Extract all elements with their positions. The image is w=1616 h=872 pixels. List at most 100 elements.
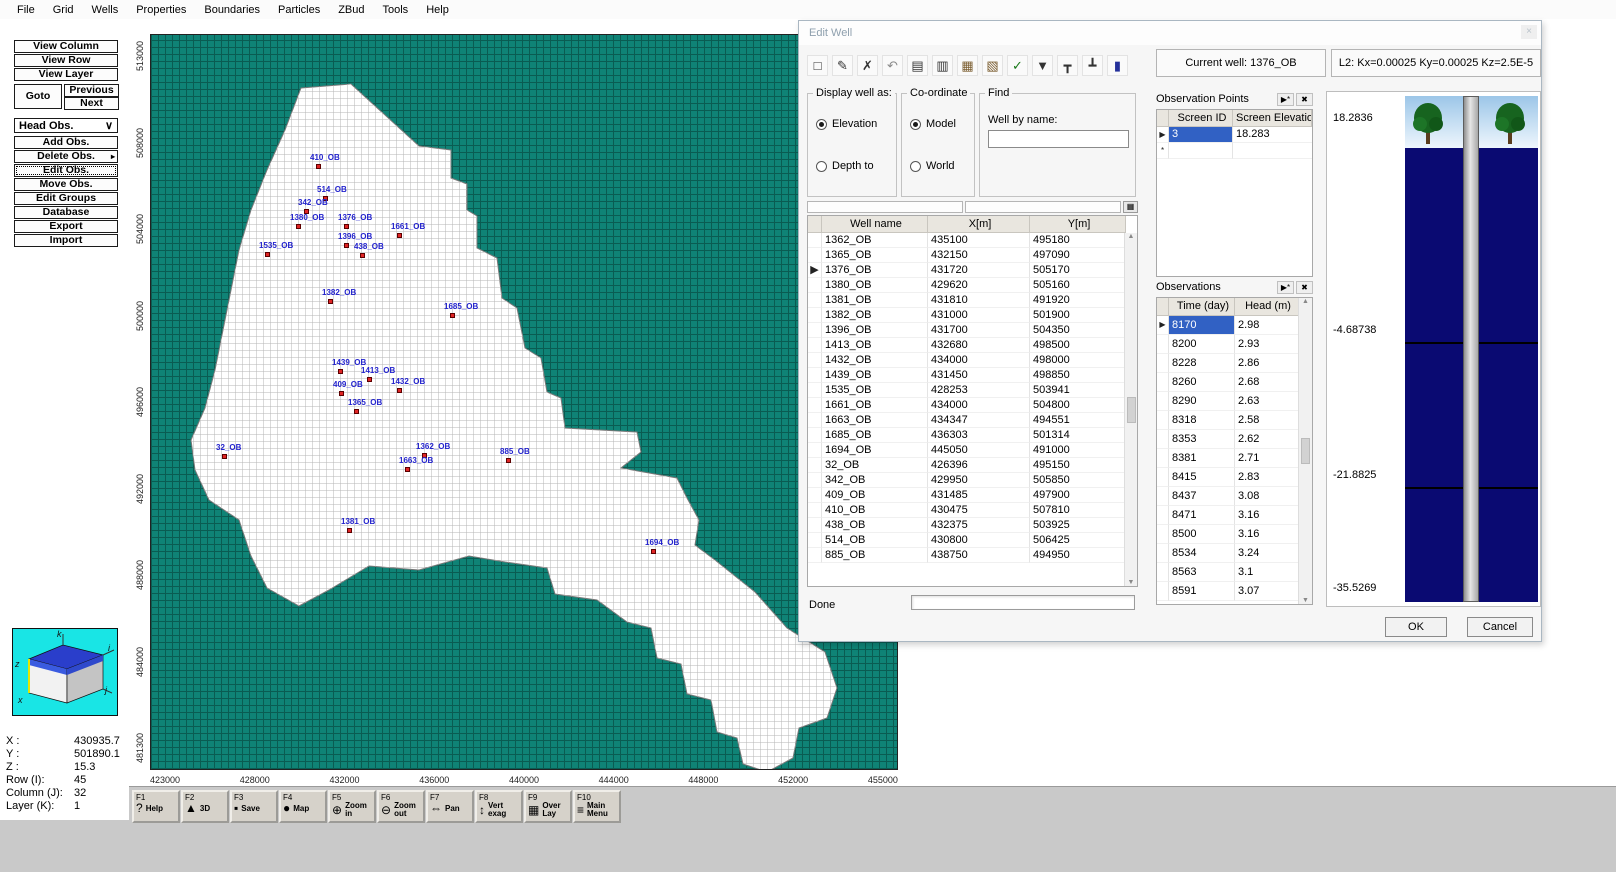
f4-map-button[interactable]: F4 ● Map: [279, 790, 327, 823]
screen-row[interactable]: *: [1157, 143, 1312, 159]
display-mode-radio[interactable]: Elevation: [816, 118, 877, 130]
cancel-button[interactable]: Cancel: [1467, 617, 1533, 637]
observation-row[interactable]: 8500 3.16: [1157, 525, 1312, 544]
observation-mode-select[interactable]: Head Obs. ∨: [14, 118, 118, 133]
menu-item[interactable]: ZBud: [329, 2, 373, 18]
observation-row[interactable]: 8228 2.86: [1157, 354, 1312, 373]
table-row[interactable]: 438_OB 432375 503925: [808, 518, 1137, 533]
table-row[interactable]: ▶ 1376_OB 431720 505170: [808, 263, 1137, 278]
menu-item[interactable]: Grid: [44, 2, 83, 18]
filter-box[interactable]: [807, 201, 963, 213]
import-icon[interactable]: ┳: [1057, 55, 1078, 76]
f9-overlay-button[interactable]: F9 ▦ Over Lay: [524, 790, 572, 823]
sidebar-action-button[interactable]: Database: [14, 206, 118, 219]
paste-icon[interactable]: ▦: [957, 55, 978, 76]
table-row[interactable]: 1685_OB 436303 501314: [808, 428, 1137, 443]
observation-row[interactable]: 8591 3.07: [1157, 582, 1312, 601]
sidebar-action-button[interactable]: Import: [14, 234, 118, 247]
previous-button[interactable]: Previous: [64, 84, 119, 97]
observation-row[interactable]: 8534 3.24: [1157, 544, 1312, 563]
observation-row[interactable]: 8381 2.71: [1157, 449, 1312, 468]
coordinate-radio[interactable]: World: [910, 160, 955, 172]
undo-icon[interactable]: ↶: [882, 55, 903, 76]
filter-box[interactable]: [965, 201, 1121, 213]
table-row[interactable]: 1382_OB 431000 501900: [808, 308, 1137, 323]
table-row[interactable]: 409_OB 431485 497900: [808, 488, 1137, 503]
sidebar-action-button[interactable]: Edit Groups: [14, 192, 118, 205]
menu-item[interactable]: Properties: [127, 2, 195, 18]
validate-icon[interactable]: ✓: [1007, 55, 1028, 76]
new-record-icon[interactable]: □: [807, 55, 828, 76]
sidebar-action-button[interactable]: Delete Obs. ▸: [14, 150, 118, 163]
goto-button[interactable]: Goto: [14, 84, 62, 109]
observation-row[interactable]: ▶ 8170 2.98: [1157, 316, 1312, 335]
observation-row[interactable]: 8200 2.93: [1157, 335, 1312, 354]
observation-row[interactable]: 8471 3.16: [1157, 506, 1312, 525]
chart-icon[interactable]: ▮: [1107, 55, 1128, 76]
paste-special-icon[interactable]: ▧: [982, 55, 1003, 76]
f6-zoom-out-button[interactable]: F6 ⊖ Zoom out: [377, 790, 425, 823]
observation-row[interactable]: 8290 2.63: [1157, 392, 1312, 411]
ok-button[interactable]: OK: [1385, 617, 1447, 637]
wells-table-scrollbar[interactable]: ▲▼: [1124, 233, 1137, 586]
export-icon[interactable]: ┻: [1082, 55, 1103, 76]
menu-item[interactable]: Boundaries: [195, 2, 269, 18]
well-search-input[interactable]: [988, 130, 1129, 148]
table-row[interactable]: 885_OB 438750 494950: [808, 548, 1137, 563]
observation-row[interactable]: 8260 2.68: [1157, 373, 1312, 392]
table-row[interactable]: 1694_OB 445050 491000: [808, 443, 1137, 458]
table-row[interactable]: 1396_OB 431700 504350: [808, 323, 1137, 338]
table-row[interactable]: 514_OB 430800 506425: [808, 533, 1137, 548]
f5-zoom-in-button[interactable]: F5 ⊕ Zoom in: [328, 790, 376, 823]
table-properties-button[interactable]: ▦: [1123, 201, 1138, 213]
screen-row[interactable]: ▶ 3 18.283: [1157, 127, 1312, 143]
observation-row[interactable]: 8415 2.83: [1157, 468, 1312, 487]
menu-item[interactable]: Particles: [269, 2, 329, 18]
view-column-button[interactable]: View Column: [14, 40, 118, 53]
observation-row[interactable]: 8563 3.1: [1157, 563, 1312, 582]
sidebar-action-button[interactable]: Edit Obs.: [14, 164, 118, 177]
table-row[interactable]: 32_OB 426396 495150: [808, 458, 1137, 473]
view-row-button[interactable]: View Row: [14, 54, 118, 67]
menu-item[interactable]: Wells: [83, 2, 128, 18]
table-row[interactable]: 1413_OB 432680 498500: [808, 338, 1137, 353]
observations-scrollbar[interactable]: ▲▼: [1298, 298, 1312, 604]
report-icon[interactable]: ▤: [907, 55, 928, 76]
observation-row[interactable]: 8318 2.58: [1157, 411, 1312, 430]
view-layer-button[interactable]: View Layer: [14, 68, 118, 81]
table-row[interactable]: 1663_OB 434347 494551: [808, 413, 1137, 428]
f1-help-button[interactable]: F1 ? Help: [132, 790, 180, 823]
sidebar-action-button[interactable]: Export: [14, 220, 118, 233]
table-row[interactable]: 1432_OB 434000 498000: [808, 353, 1137, 368]
display-mode-radio[interactable]: Depth to: [816, 160, 874, 172]
table-row[interactable]: 1381_OB 431810 491920: [808, 293, 1137, 308]
menu-item[interactable]: Help: [417, 2, 458, 18]
f2-3d-button[interactable]: F2 ▲ 3D: [181, 790, 229, 823]
table-row[interactable]: 1535_OB 428253 503941: [808, 383, 1137, 398]
f10-main-menu-button[interactable]: F10 ≡ Main Menu: [573, 790, 621, 823]
f8-vert-exag-button[interactable]: F8 ↕ Vert exag: [475, 790, 523, 823]
delete-row-icon[interactable]: ✖: [1296, 281, 1313, 294]
observation-row[interactable]: 8353 2.62: [1157, 430, 1312, 449]
menu-item[interactable]: Tools: [374, 2, 418, 18]
table-row[interactable]: 410_OB 430475 507810: [808, 503, 1137, 518]
f7-pan-button[interactable]: F7 ⇔ Pan: [426, 790, 474, 823]
table-row[interactable]: 1439_OB 431450 498850: [808, 368, 1137, 383]
sidebar-action-button[interactable]: Move Obs.: [14, 178, 118, 191]
observation-row[interactable]: 8437 3.08: [1157, 487, 1312, 506]
append-row-icon[interactable]: ▶*: [1277, 281, 1294, 294]
coordinate-radio[interactable]: Model: [910, 118, 956, 130]
table-row[interactable]: 1362_OB 435100 495180: [808, 233, 1137, 248]
edit-record-icon[interactable]: ✎: [832, 55, 853, 76]
append-row-icon[interactable]: ▶*: [1277, 93, 1294, 106]
table-row[interactable]: 342_OB 429950 505850: [808, 473, 1137, 488]
table-row[interactable]: 1380_OB 429620 505160: [808, 278, 1137, 293]
next-button[interactable]: Next: [64, 97, 119, 110]
f3-save-button[interactable]: F3 ▪ Save: [230, 790, 278, 823]
close-icon[interactable]: ×: [1521, 25, 1537, 39]
menu-item[interactable]: File: [8, 2, 44, 18]
delete-row-icon[interactable]: ✖: [1296, 93, 1313, 106]
sidebar-action-button[interactable]: Add Obs.: [14, 136, 118, 149]
table-row[interactable]: 1661_OB 434000 504800: [808, 398, 1137, 413]
copy-icon[interactable]: ▥: [932, 55, 953, 76]
